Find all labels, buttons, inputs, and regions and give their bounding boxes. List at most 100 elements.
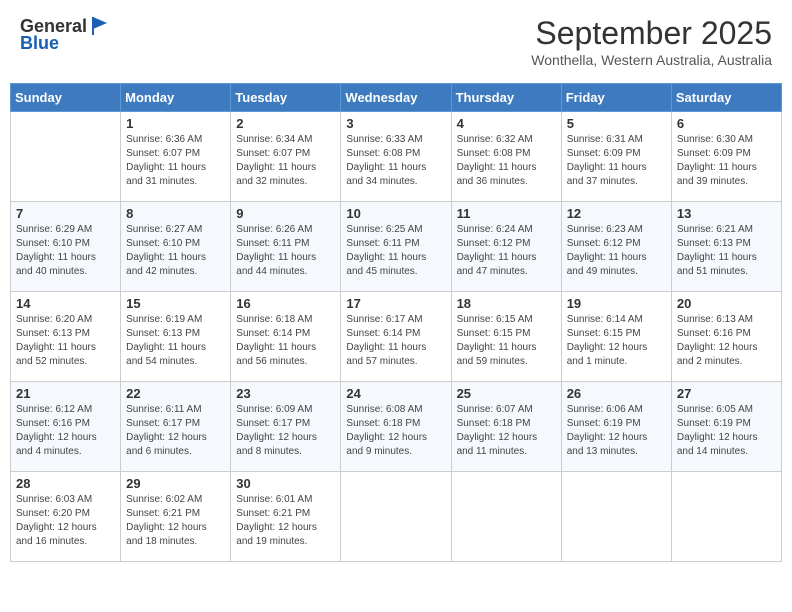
day-cell: 23 Sunrise: 6:09 AMSunset: 6:17 PMDayligh… <box>231 382 341 472</box>
logo-flag-icon <box>89 15 111 37</box>
day-cell: 5 Sunrise: 6:31 AMSunset: 6:09 PMDaylight… <box>561 112 671 202</box>
day-number: 21 <box>16 386 115 401</box>
day-number: 20 <box>677 296 776 311</box>
day-cell <box>561 472 671 562</box>
day-info: Sunrise: 6:15 AMSunset: 6:15 PMDaylight:… <box>457 313 556 369</box>
day-number: 2 <box>236 116 335 131</box>
day-number: 23 <box>236 386 335 401</box>
day-cell: 8 Sunrise: 6:27 AMSunset: 6:10 PMDaylight… <box>121 202 231 292</box>
day-info: Sunrise: 6:19 AMSunset: 6:13 PMDaylight:… <box>126 313 225 369</box>
day-info: Sunrise: 6:08 AMSunset: 6:18 PMDaylight:… <box>346 403 445 459</box>
day-cell: 3Sunrise: 6:33 AMSunset: 6:08 PMDaylight… <box>341 112 451 202</box>
day-number: 12 <box>567 206 666 221</box>
day-cell: 4 Sunrise: 6:32 AMSunset: 6:08 PMDaylight… <box>451 112 561 202</box>
week-row-2: 7 Sunrise: 6:29 AMSunset: 6:10 PMDaylight… <box>11 202 782 292</box>
day-number: 5 <box>567 116 666 131</box>
day-info: Sunrise: 6:32 AMSunset: 6:08 PMDaylight:… <box>457 133 556 189</box>
day-cell: 2Sunrise: 6:34 AMSunset: 6:07 PMDaylight… <box>231 112 341 202</box>
header-cell-sunday: Sunday <box>11 84 121 112</box>
day-number: 27 <box>677 386 776 401</box>
page-header: General Blue September 2025 Wonthella, W… <box>10 10 782 73</box>
day-info: Sunrise: 6:01 AMSunset: 6:21 PMDaylight:… <box>236 493 335 549</box>
day-number: 25 <box>457 386 556 401</box>
day-cell: 14 Sunrise: 6:20 AMSunset: 6:13 PMDayligh… <box>11 292 121 382</box>
day-number: 13 <box>677 206 776 221</box>
day-info: Sunrise: 6:06 AMSunset: 6:19 PMDaylight:… <box>567 403 666 459</box>
day-info: Sunrise: 6:23 AMSunset: 6:12 PMDaylight:… <box>567 223 666 279</box>
day-cell <box>11 112 121 202</box>
day-number: 6 <box>677 116 776 131</box>
location-subtitle: Wonthella, Western Australia, Australia <box>531 52 772 68</box>
day-cell <box>341 472 451 562</box>
day-number: 28 <box>16 476 115 491</box>
day-cell: 20 Sunrise: 6:13 AMSunset: 6:16 PMDayligh… <box>671 292 781 382</box>
day-number: 19 <box>567 296 666 311</box>
day-info: Sunrise: 6:13 AMSunset: 6:16 PMDaylight:… <box>677 313 776 369</box>
day-cell: 13 Sunrise: 6:21 AMSunset: 6:13 PMDayligh… <box>671 202 781 292</box>
day-number: 10 <box>346 206 445 221</box>
header-cell-tuesday: Tuesday <box>231 84 341 112</box>
day-number: 30 <box>236 476 335 491</box>
day-cell: 7 Sunrise: 6:29 AMSunset: 6:10 PMDaylight… <box>11 202 121 292</box>
day-info: Sunrise: 6:11 AMSunset: 6:17 PMDaylight:… <box>126 403 225 459</box>
day-info: Sunrise: 6:03 AMSunset: 6:20 PMDaylight:… <box>16 493 115 549</box>
day-number: 7 <box>16 206 115 221</box>
day-number: 17 <box>346 296 445 311</box>
day-cell: 15 Sunrise: 6:19 AMSunset: 6:13 PMDayligh… <box>121 292 231 382</box>
day-number: 18 <box>457 296 556 311</box>
day-number: 16 <box>236 296 335 311</box>
day-cell <box>451 472 561 562</box>
day-info: Sunrise: 6:02 AMSunset: 6:21 PMDaylight:… <box>126 493 225 549</box>
day-info: Sunrise: 6:29 AMSunset: 6:10 PMDaylight:… <box>16 223 115 279</box>
day-info: Sunrise: 6:26 AMSunset: 6:11 PMDaylight:… <box>236 223 335 279</box>
week-row-1: 1Sunrise: 6:36 AMSunset: 6:07 PMDaylight… <box>11 112 782 202</box>
day-cell: 21 Sunrise: 6:12 AMSunset: 6:16 PMDayligh… <box>11 382 121 472</box>
day-cell: 24 Sunrise: 6:08 AMSunset: 6:18 PMDayligh… <box>341 382 451 472</box>
day-cell: 18 Sunrise: 6:15 AMSunset: 6:15 PMDayligh… <box>451 292 561 382</box>
day-cell: 11 Sunrise: 6:24 AMSunset: 6:12 PMDayligh… <box>451 202 561 292</box>
title-block: September 2025 Wonthella, Western Austra… <box>531 15 772 68</box>
day-number: 24 <box>346 386 445 401</box>
day-cell: 6 Sunrise: 6:30 AMSunset: 6:09 PMDaylight… <box>671 112 781 202</box>
day-number: 22 <box>126 386 225 401</box>
day-cell: 17 Sunrise: 6:17 AMSunset: 6:14 PMDayligh… <box>341 292 451 382</box>
day-info: Sunrise: 6:21 AMSunset: 6:13 PMDaylight:… <box>677 223 776 279</box>
day-info: Sunrise: 6:31 AMSunset: 6:09 PMDaylight:… <box>567 133 666 189</box>
header-cell-saturday: Saturday <box>671 84 781 112</box>
header-row: SundayMondayTuesdayWednesdayThursdayFrid… <box>11 84 782 112</box>
day-number: 1 <box>126 116 225 131</box>
day-info: Sunrise: 6:17 AMSunset: 6:14 PMDaylight:… <box>346 313 445 369</box>
day-cell: 22 Sunrise: 6:11 AMSunset: 6:17 PMDayligh… <box>121 382 231 472</box>
week-row-5: 28 Sunrise: 6:03 AMSunset: 6:20 PMDayligh… <box>11 472 782 562</box>
header-cell-friday: Friday <box>561 84 671 112</box>
day-info: Sunrise: 6:27 AMSunset: 6:10 PMDaylight:… <box>126 223 225 279</box>
day-cell: 27 Sunrise: 6:05 AMSunset: 6:19 PMDayligh… <box>671 382 781 472</box>
day-info: Sunrise: 6:24 AMSunset: 6:12 PMDaylight:… <box>457 223 556 279</box>
day-info: Sunrise: 6:05 AMSunset: 6:19 PMDaylight:… <box>677 403 776 459</box>
header-cell-monday: Monday <box>121 84 231 112</box>
day-number: 8 <box>126 206 225 221</box>
day-info: Sunrise: 6:20 AMSunset: 6:13 PMDaylight:… <box>16 313 115 369</box>
day-info: Sunrise: 6:18 AMSunset: 6:14 PMDaylight:… <box>236 313 335 369</box>
day-cell: 25Sunrise: 6:07 AMSunset: 6:18 PMDayligh… <box>451 382 561 472</box>
day-number: 11 <box>457 206 556 221</box>
day-cell: 30 Sunrise: 6:01 AMSunset: 6:21 PMDayligh… <box>231 472 341 562</box>
day-info: Sunrise: 6:30 AMSunset: 6:09 PMDaylight:… <box>677 133 776 189</box>
day-cell: 16 Sunrise: 6:18 AMSunset: 6:14 PMDayligh… <box>231 292 341 382</box>
day-cell: 26 Sunrise: 6:06 AMSunset: 6:19 PMDayligh… <box>561 382 671 472</box>
day-cell <box>671 472 781 562</box>
day-info: Sunrise: 6:12 AMSunset: 6:16 PMDaylight:… <box>16 403 115 459</box>
day-cell: 1Sunrise: 6:36 AMSunset: 6:07 PMDaylight… <box>121 112 231 202</box>
day-cell: 19Sunrise: 6:14 AMSunset: 6:15 PMDayligh… <box>561 292 671 382</box>
header-cell-thursday: Thursday <box>451 84 561 112</box>
day-number: 29 <box>126 476 225 491</box>
day-number: 26 <box>567 386 666 401</box>
logo: General Blue <box>20 15 111 54</box>
day-number: 15 <box>126 296 225 311</box>
day-number: 4 <box>457 116 556 131</box>
header-cell-wednesday: Wednesday <box>341 84 451 112</box>
day-info: Sunrise: 6:09 AMSunset: 6:17 PMDaylight:… <box>236 403 335 459</box>
day-cell: 10Sunrise: 6:25 AMSunset: 6:11 PMDayligh… <box>341 202 451 292</box>
week-row-4: 21 Sunrise: 6:12 AMSunset: 6:16 PMDayligh… <box>11 382 782 472</box>
day-number: 14 <box>16 296 115 311</box>
